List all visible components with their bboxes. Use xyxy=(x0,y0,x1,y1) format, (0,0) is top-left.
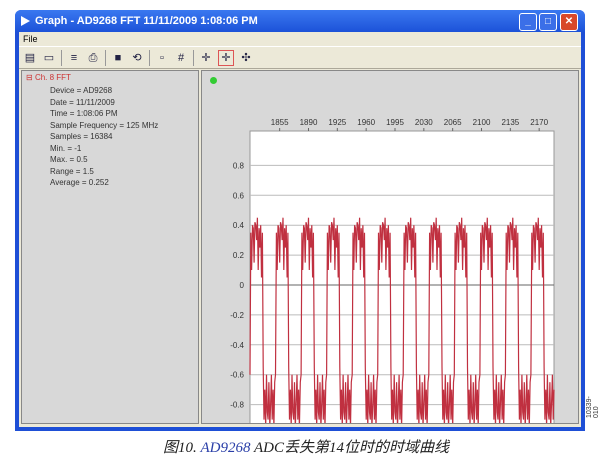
tree-item[interactable]: Sample Frequency = 125 MHz xyxy=(50,120,158,132)
tree-item[interactable]: Max. = 0.5 xyxy=(50,154,158,166)
y-tick-label: 0.6 xyxy=(233,191,245,200)
x-tick-label: 1890 xyxy=(300,118,318,127)
title-bar[interactable]: Graph - AD9268 FFT 11/11/2009 1:08:06 PM… xyxy=(15,10,585,32)
x-tick-label: 1925 xyxy=(328,118,346,127)
app-icon xyxy=(21,16,30,26)
open-icon[interactable]: ▤ xyxy=(23,51,37,65)
x-tick-label: 2065 xyxy=(444,118,462,127)
y-tick-label: 0.2 xyxy=(233,251,245,260)
save-icon[interactable]: ■ xyxy=(111,51,125,65)
zoom-crosshair-icon[interactable]: ✛ xyxy=(218,49,234,66)
window-title: Graph - AD9268 FFT 11/11/2009 1:08:06 PM xyxy=(35,15,258,27)
tree-item[interactable]: Date = 11/11/2009 xyxy=(50,97,158,109)
toolbar-separator xyxy=(149,49,150,66)
tree-items: Device = AD9268 Date = 11/11/2009 Time = 1… xyxy=(50,85,158,189)
toolbar: ▤ ▭ ≡ ⎙ ■ ⟲ ▫ # ✛ ✛ ✣ xyxy=(19,46,581,69)
toolbar-separator xyxy=(61,49,62,66)
waveform-chart[interactable]: 0.8 0.6 0.4 0.2 0 -0.2 -0.4 -0.6 -0.8 1855 1890 192… xyxy=(202,71,578,423)
close-button[interactable]: ✕ xyxy=(560,13,578,31)
info-tree-panel: ⊟ Ch. 8 FFT Device = AD9268 Date = 11/11/… xyxy=(21,70,199,424)
tree-item[interactable]: Samples = 16384 xyxy=(50,131,158,143)
caption-prefix: 图10. xyxy=(163,440,201,456)
menu-file[interactable]: File xyxy=(23,34,38,44)
figure-id: 10339-010 xyxy=(586,396,600,418)
grid-icon[interactable]: # xyxy=(174,51,188,65)
y-tick-label: 0 xyxy=(240,281,245,290)
tree-item[interactable]: Range = 1.5 xyxy=(50,166,158,178)
y-tick-label: -0.8 xyxy=(230,401,244,410)
plot-area xyxy=(249,130,555,423)
caption-suffix: ADC丢失第14位时的时域曲线 xyxy=(250,440,449,456)
y-tick-label: 0.4 xyxy=(233,221,245,230)
tree-item[interactable]: Time = 1:08:06 PM xyxy=(50,108,158,120)
x-tick-label: 2030 xyxy=(415,118,433,127)
caption-model: AD9268 xyxy=(200,440,251,456)
x-tick-label: 1995 xyxy=(386,118,404,127)
tree-item[interactable]: Average = 0.252 xyxy=(50,177,158,189)
maximize-button[interactable]: □ xyxy=(539,13,557,31)
minimize-button[interactable]: _ xyxy=(519,13,537,31)
y-tick-label: -0.6 xyxy=(230,371,244,380)
client-area: File ▤ ▭ ≡ ⎙ ■ ⟲ ▫ # ✛ ✛ ✣ ⊟ Ch. 8 FFT Device = AD… xyxy=(19,32,581,427)
tree-item[interactable]: Device = AD9268 xyxy=(50,85,158,97)
toolbar-separator xyxy=(105,49,106,66)
tree-header-label: Ch. 8 FFT xyxy=(34,73,71,82)
x-tick-label: 2100 xyxy=(473,118,491,127)
window-icon[interactable]: ▭ xyxy=(42,51,56,65)
x-tick-label: 1960 xyxy=(357,118,375,127)
y-tick-label: -0.4 xyxy=(230,341,244,350)
y-tick-label: -0.2 xyxy=(230,311,244,320)
tree-item[interactable]: Min. = -1 xyxy=(50,143,158,155)
pan-crosshair-icon[interactable]: ✣ xyxy=(239,51,253,65)
print-icon[interactable]: ⎙ xyxy=(86,51,100,65)
refresh-icon[interactable]: ⟲ xyxy=(130,51,144,65)
graph-window: Graph - AD9268 FFT 11/11/2009 1:08:06 PM… xyxy=(15,10,585,431)
crosshair-icon[interactable]: ✛ xyxy=(199,51,213,65)
y-tick-label: 0.8 xyxy=(233,161,245,170)
list-icon[interactable]: ≡ xyxy=(67,51,81,65)
tree-node-ch8-fft[interactable]: ⊟ Ch. 8 FFT xyxy=(26,73,71,82)
menu-bar: File xyxy=(19,32,581,46)
toolbar-separator xyxy=(193,49,194,66)
graph-panel: 0.8 0.6 0.4 0.2 0 -0.2 -0.4 -0.6 -0.8 1855 1890 192… xyxy=(201,70,579,424)
figure-caption: 图10. AD9268 ADC丢失第14位时的时域曲线 xyxy=(163,436,449,457)
x-tick-label: 2170 xyxy=(530,118,548,127)
x-tick-label: 2135 xyxy=(501,118,519,127)
x-tick-label: 1855 xyxy=(271,118,289,127)
note-icon[interactable]: ▫ xyxy=(155,51,169,65)
